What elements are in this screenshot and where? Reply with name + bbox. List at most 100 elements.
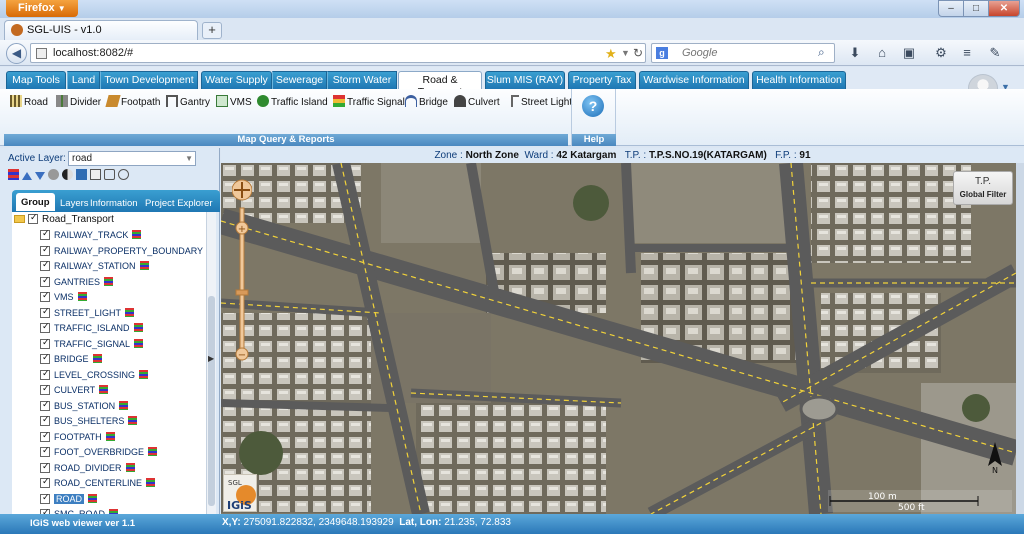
layer-item[interactable]: RAILWAY_STATION [40, 259, 149, 275]
query-icon[interactable] [90, 169, 101, 180]
close-window-button[interactable]: ✕ [988, 0, 1020, 17]
layer-checkbox[interactable] [40, 492, 50, 504]
new-tab-button[interactable]: + [202, 22, 222, 39]
bookmark-star-icon[interactable]: ★ [605, 46, 617, 62]
divider-button[interactable]: Divider [56, 95, 101, 111]
map-canvas[interactable] [221, 163, 1016, 514]
zoom-to-layer-icon[interactable] [118, 169, 129, 180]
layer-item[interactable]: RAILWAY_PROPERTY_BOUNDARY [40, 244, 208, 260]
screenshot-icon[interactable]: ▣ [900, 45, 918, 61]
layer-item[interactable]: RAILWAY_TRACK [40, 228, 142, 244]
move-up-icon[interactable] [22, 172, 32, 180]
layer-checkbox[interactable] [40, 275, 50, 287]
collapse-panel-icon[interactable]: ▶ [208, 354, 218, 366]
tab-wardwise-information[interactable]: Wardwise Information [639, 71, 749, 89]
layer-checkbox[interactable] [40, 430, 50, 442]
legend-icon[interactable] [133, 323, 143, 332]
legend-icon[interactable] [125, 307, 135, 317]
footpath-button[interactable]: Footpath [105, 95, 160, 111]
style-icon[interactable] [48, 169, 59, 180]
menu-icon[interactable]: ≡ [958, 45, 976, 61]
tools-icon[interactable]: ✎ [986, 45, 1004, 61]
minimize-button[interactable]: – [938, 0, 964, 17]
layer-item[interactable]: ROAD_CENTERLINE [40, 476, 156, 492]
legend-icon[interactable] [148, 447, 158, 456]
tab-storm-water[interactable]: Storm Water [327, 71, 397, 89]
layer-checkbox[interactable] [40, 476, 50, 488]
checkbox[interactable] [28, 212, 38, 224]
home-icon[interactable]: ⌂ [873, 45, 891, 61]
tab-land[interactable]: Land [67, 71, 100, 89]
google-icon[interactable]: g [656, 47, 668, 59]
layer-item[interactable]: TRAFFIC_ISLAND [40, 321, 143, 337]
layer-checkbox[interactable] [40, 368, 50, 380]
tab-slum-mis[interactable]: Slum MIS (RAY) [485, 71, 565, 89]
layer-checkbox[interactable] [40, 414, 50, 426]
layer-checkbox[interactable] [40, 259, 50, 271]
vms-button[interactable]: VMS [216, 95, 252, 111]
legend-icon[interactable] [128, 416, 138, 425]
tab-information[interactable]: Information [90, 198, 138, 209]
layer-item[interactable]: GANTRIES [40, 275, 114, 291]
url-bar[interactable]: localhost:8082/# ★ ▼ ↻ [30, 43, 646, 63]
addon-icon[interactable]: ⚙ [932, 45, 950, 61]
layer-item[interactable]: FOOTPATH [40, 430, 115, 446]
global-filter-button[interactable]: T.P. Global Filter [953, 171, 1013, 205]
label-icon[interactable] [76, 169, 87, 180]
legend-icon[interactable] [105, 431, 115, 441]
tab-layers[interactable]: Layers [60, 198, 89, 209]
legend-icon[interactable] [99, 385, 109, 394]
street-light-button[interactable]: Street Light [507, 95, 572, 111]
road-button[interactable]: Road [10, 95, 48, 111]
comment-icon[interactable] [104, 169, 115, 180]
legend-icon[interactable] [88, 493, 98, 503]
bridge-button[interactable]: Bridge [405, 95, 448, 111]
tab-health-information[interactable]: Health Information [752, 71, 846, 89]
layer-checkbox[interactable] [40, 383, 50, 395]
tree-root-group[interactable]: Road_Transport [14, 212, 114, 228]
layer-item[interactable]: BUS_STATION [40, 399, 129, 415]
help-button[interactable]: ? [582, 95, 604, 117]
layer-checkbox[interactable] [40, 461, 50, 473]
zoom-control[interactable]: + − [232, 172, 252, 364]
traffic-island-button[interactable]: Traffic Island [257, 95, 328, 111]
maximize-button[interactable]: □ [963, 0, 989, 17]
layer-item[interactable]: TRAFFIC_SIGNAL [40, 337, 144, 353]
culvert-button[interactable]: Culvert [454, 95, 500, 111]
tab-town-development[interactable]: Town Development [100, 71, 198, 89]
gantry-button[interactable]: Gantry [166, 95, 210, 111]
legend-icon[interactable] [119, 400, 129, 410]
layer-checkbox[interactable] [40, 445, 50, 457]
browser-tab[interactable]: SGL-UIS - v1.0 [4, 20, 198, 40]
download-icon[interactable]: ⬇ [846, 45, 864, 61]
layer-checkbox[interactable] [40, 228, 50, 240]
legend-icon[interactable] [8, 169, 19, 180]
layer-item[interactable]: LEVEL_CROSSING [40, 368, 149, 384]
tab-project-explorer[interactable]: Project Explorer [145, 198, 213, 209]
layer-checkbox[interactable] [40, 321, 50, 333]
move-down-icon[interactable] [35, 172, 45, 180]
layer-item[interactable]: VMS [40, 290, 87, 306]
active-layer-select[interactable]: road ▼ [68, 151, 196, 166]
legend-icon[interactable] [125, 462, 135, 472]
tab-property-tax[interactable]: Property Tax [568, 71, 636, 89]
legend-icon[interactable] [77, 292, 87, 301]
layer-checkbox[interactable] [40, 290, 50, 302]
layer-item[interactable]: CULVERT [40, 383, 109, 399]
tab-sewerage[interactable]: Sewerage [272, 71, 327, 89]
legend-icon[interactable] [92, 354, 102, 363]
legend-icon[interactable] [104, 276, 114, 286]
legend-icon[interactable] [132, 230, 142, 239]
legend-icon[interactable] [139, 261, 149, 270]
url-history-dropdown-icon[interactable]: ▼ [621, 48, 630, 58]
legend-icon[interactable] [139, 369, 149, 379]
tab-map-tools[interactable]: Map Tools [6, 71, 66, 89]
reload-icon[interactable]: ↻ [633, 46, 643, 60]
traffic-signal-button[interactable]: Traffic Signal [333, 95, 405, 111]
search-bar[interactable]: g ⌕ [651, 43, 835, 63]
search-icon[interactable]: ⌕ [818, 45, 825, 60]
layer-checkbox[interactable] [40, 399, 50, 411]
layer-item[interactable]: ROAD_DIVIDER [40, 461, 135, 477]
layer-checkbox[interactable] [40, 352, 50, 364]
layer-item[interactable]: BRIDGE [40, 352, 102, 368]
